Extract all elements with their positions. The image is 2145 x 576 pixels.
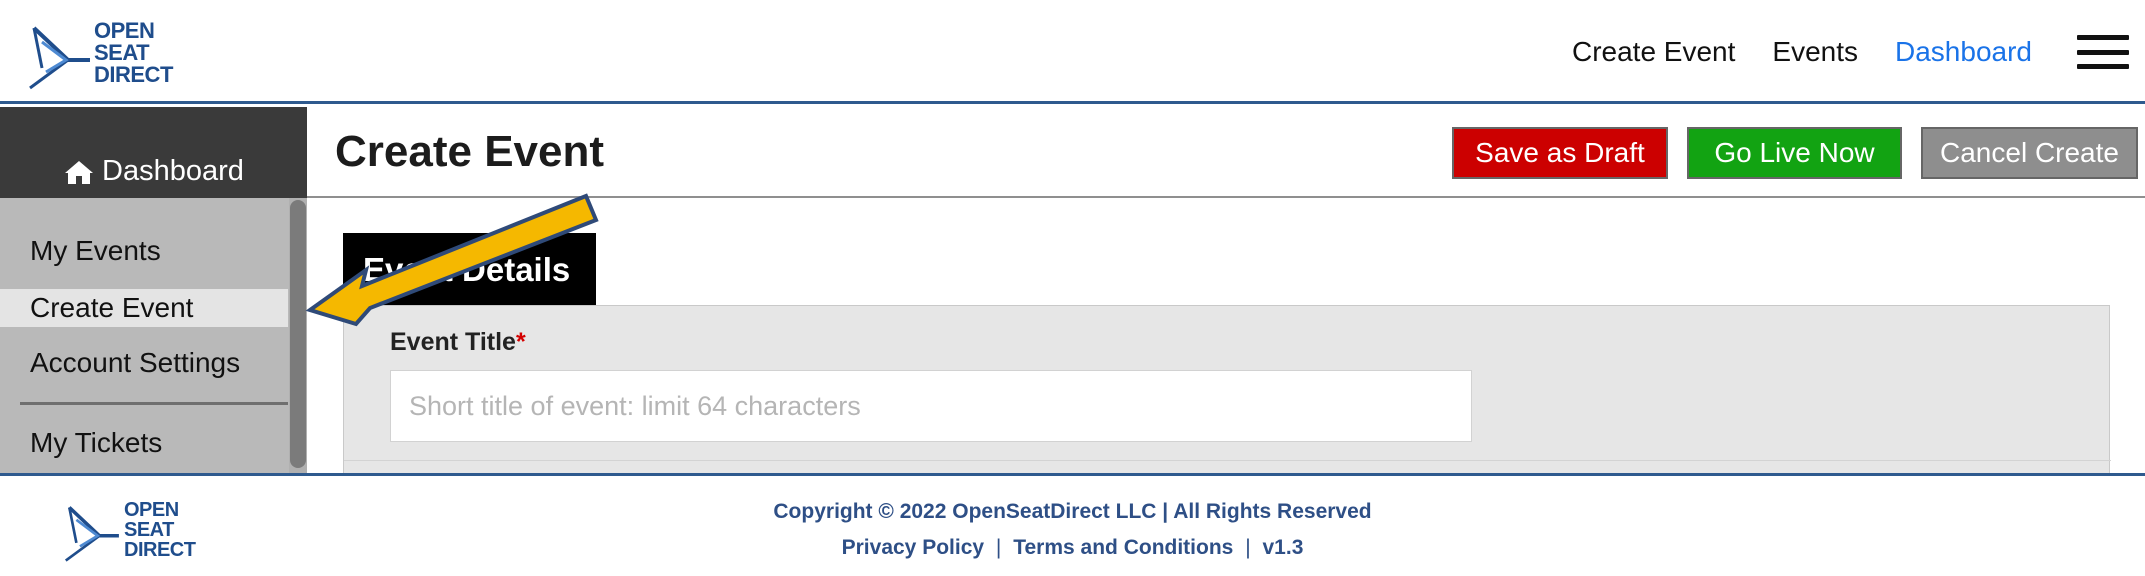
- version-label: v1.3: [1262, 536, 1304, 559]
- sidebar: Dashboard My Events Create Event Account…: [0, 107, 307, 473]
- footer: OPEN SEAT DIRECT Copyright © 2022 OpenSe…: [0, 473, 2145, 576]
- event-title-input[interactable]: [390, 370, 1472, 442]
- sidebar-item-account-settings[interactable]: Account Settings: [0, 347, 288, 379]
- hamburger-icon[interactable]: [2077, 35, 2129, 69]
- terms-link[interactable]: Terms and Conditions: [1013, 536, 1233, 559]
- main-header: Create Event Save as Draft Go Live Now C…: [307, 107, 2145, 198]
- logo-mark-icon: [29, 26, 90, 90]
- privacy-policy-link[interactable]: Privacy Policy: [842, 536, 984, 559]
- sidebar-header: Dashboard: [0, 107, 307, 198]
- footer-separator: |: [995, 536, 1002, 559]
- logo-line: OPEN: [94, 18, 155, 43]
- footer-links: Privacy Policy | Terms and Conditions | …: [0, 536, 2145, 560]
- brand-logo[interactable]: OPEN SEAT DIRECT: [28, 18, 198, 93]
- sidebar-item-my-tickets[interactable]: My Tickets: [0, 427, 288, 459]
- logo-line: SEAT: [94, 40, 150, 65]
- sidebar-item-my-events[interactable]: My Events: [0, 235, 288, 267]
- sidebar-divider: [20, 402, 288, 405]
- go-live-now-button[interactable]: Go Live Now: [1687, 127, 1902, 179]
- nav-create-event[interactable]: Create Event: [1572, 36, 1735, 68]
- sidebar-dashboard-link[interactable]: Dashboard: [64, 155, 244, 188]
- panel-divider: [344, 460, 2111, 461]
- sidebar-item-create-event[interactable]: Create Event: [0, 289, 288, 327]
- cancel-create-button[interactable]: Cancel Create: [1921, 127, 2138, 179]
- save-as-draft-button[interactable]: Save as Draft: [1452, 127, 1668, 179]
- page-title: Create Event: [335, 127, 605, 176]
- footer-copyright: Copyright © 2022 OpenSeatDirect LLC | Al…: [773, 500, 1372, 523]
- event-details-panel: Event Title*: [343, 305, 2111, 473]
- logo-line: DIRECT: [94, 62, 173, 87]
- sidebar-dashboard-label: Dashboard: [102, 155, 244, 187]
- top-nav-links: Create Event Events Dashboard: [1572, 0, 2145, 104]
- footer-separator: |: [1245, 536, 1251, 559]
- logo-wordmark: OPEN SEAT DIRECT: [94, 20, 173, 86]
- home-icon: [65, 160, 93, 184]
- nav-events[interactable]: Events: [1772, 36, 1858, 68]
- pointer-arrow-icon: [305, 193, 599, 327]
- nav-dashboard[interactable]: Dashboard: [1895, 36, 2032, 68]
- top-navbar: OPEN SEAT DIRECT Create Event Events Das…: [0, 0, 2145, 104]
